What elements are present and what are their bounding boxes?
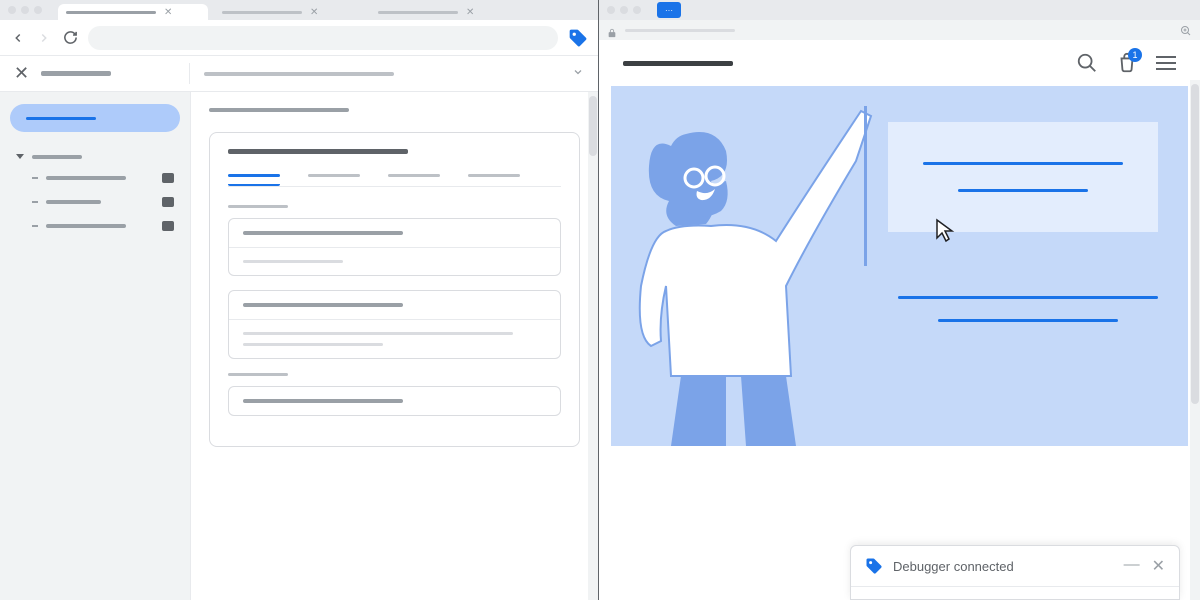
lock-icon[interactable] [607, 25, 617, 35]
panel-title [41, 71, 111, 76]
tree-label [46, 224, 126, 228]
back-button[interactable] [10, 30, 26, 46]
address-bar[interactable] [88, 26, 558, 50]
window-controls[interactable] [8, 6, 42, 14]
storefront-page: 1 [599, 40, 1200, 600]
promo-heading [923, 162, 1123, 165]
debugger-toast: Debugger connected — ✕ [850, 545, 1180, 600]
cart-icon[interactable]: 1 [1116, 52, 1138, 74]
caret-down-icon [16, 154, 24, 159]
main-panel [190, 92, 598, 600]
browser-tab[interactable]: ✕ [370, 4, 520, 20]
list-item[interactable] [228, 290, 561, 359]
promo-card[interactable] [888, 122, 1158, 232]
person-illustration [611, 86, 931, 446]
tab-close-icon[interactable]: ✕ [164, 7, 172, 18]
tree-label [32, 155, 82, 159]
tab-title [66, 11, 156, 14]
dash-icon [32, 225, 38, 227]
toast-title: Debugger connected [893, 559, 1014, 574]
dash-icon [32, 177, 38, 179]
reload-button[interactable] [62, 30, 78, 46]
tab-close-icon[interactable]: ✕ [310, 7, 318, 18]
sidebar-item-label [26, 117, 96, 120]
list-item[interactable] [228, 218, 561, 276]
zoom-icon[interactable] [1180, 24, 1192, 36]
browser-toolbar [0, 20, 598, 56]
panel-close-icon[interactable]: ✕ [14, 63, 29, 84]
close-icon[interactable]: ✕ [1152, 556, 1165, 576]
tag-extension-badge[interactable]: ··· [657, 2, 681, 18]
store-header: 1 [599, 40, 1200, 86]
promo-subheading [958, 189, 1088, 192]
search-icon[interactable] [1076, 52, 1098, 74]
browser-toolbar [599, 20, 1200, 40]
tab-close-icon[interactable]: ✕ [466, 7, 474, 18]
description-line [938, 319, 1118, 322]
tree-child[interactable] [10, 217, 180, 235]
website-window: ··· 1 [598, 0, 1200, 600]
dash-icon [32, 201, 38, 203]
card-tab[interactable] [468, 174, 520, 184]
scroll-thumb[interactable] [1191, 84, 1199, 404]
section-heading [209, 108, 349, 112]
code-badge-icon [162, 173, 174, 183]
browser-tab-strip: ··· [599, 0, 1200, 20]
panel-header: ✕ [0, 56, 598, 92]
browser-tab-strip: ✕ ✕ ✕ [0, 0, 598, 20]
group-label [228, 205, 288, 208]
chevron-down-icon[interactable] [572, 65, 584, 83]
menu-icon[interactable] [1156, 56, 1176, 70]
card-tab[interactable] [388, 174, 440, 184]
tab-title [222, 11, 302, 14]
forward-button[interactable] [36, 30, 52, 46]
cart-count-badge: 1 [1128, 48, 1142, 62]
description-line [898, 296, 1158, 299]
tag-manager-icon[interactable] [568, 28, 588, 48]
cursor-icon [934, 218, 958, 249]
scrollbar[interactable] [1190, 80, 1200, 600]
code-badge-icon [162, 221, 174, 231]
hero-banner [611, 86, 1188, 446]
tab-title [378, 11, 458, 14]
group-label [228, 373, 288, 376]
devtools-window: ✕ ✕ ✕ ✕ [0, 0, 598, 600]
tag-manager-icon [865, 557, 883, 575]
window-controls[interactable] [607, 6, 641, 14]
store-logo[interactable] [623, 61, 733, 66]
tree-root[interactable] [10, 150, 180, 163]
panel-subtitle [204, 72, 394, 76]
browser-tab-active[interactable]: ✕ [58, 4, 208, 20]
card-tab[interactable] [308, 174, 360, 184]
card-tabs [228, 174, 561, 187]
card-tab[interactable] [228, 174, 280, 186]
tree-label [46, 176, 126, 180]
code-badge-icon [162, 197, 174, 207]
browser-tab[interactable]: ✕ [214, 4, 364, 20]
devtools-content [0, 92, 598, 600]
sidebar-active-item[interactable] [10, 104, 180, 132]
tree-child[interactable] [10, 169, 180, 187]
scrollbar[interactable] [588, 92, 598, 600]
tree-child[interactable] [10, 193, 180, 211]
scroll-thumb[interactable] [589, 96, 597, 156]
detail-card [209, 132, 580, 447]
toast-body [851, 587, 1179, 599]
card-title [228, 149, 408, 154]
description-block [898, 296, 1158, 342]
tree-label [46, 200, 101, 204]
url-display[interactable] [625, 29, 735, 32]
sidebar [0, 92, 190, 600]
minimize-icon[interactable]: — [1124, 556, 1140, 576]
list-item[interactable] [228, 386, 561, 416]
